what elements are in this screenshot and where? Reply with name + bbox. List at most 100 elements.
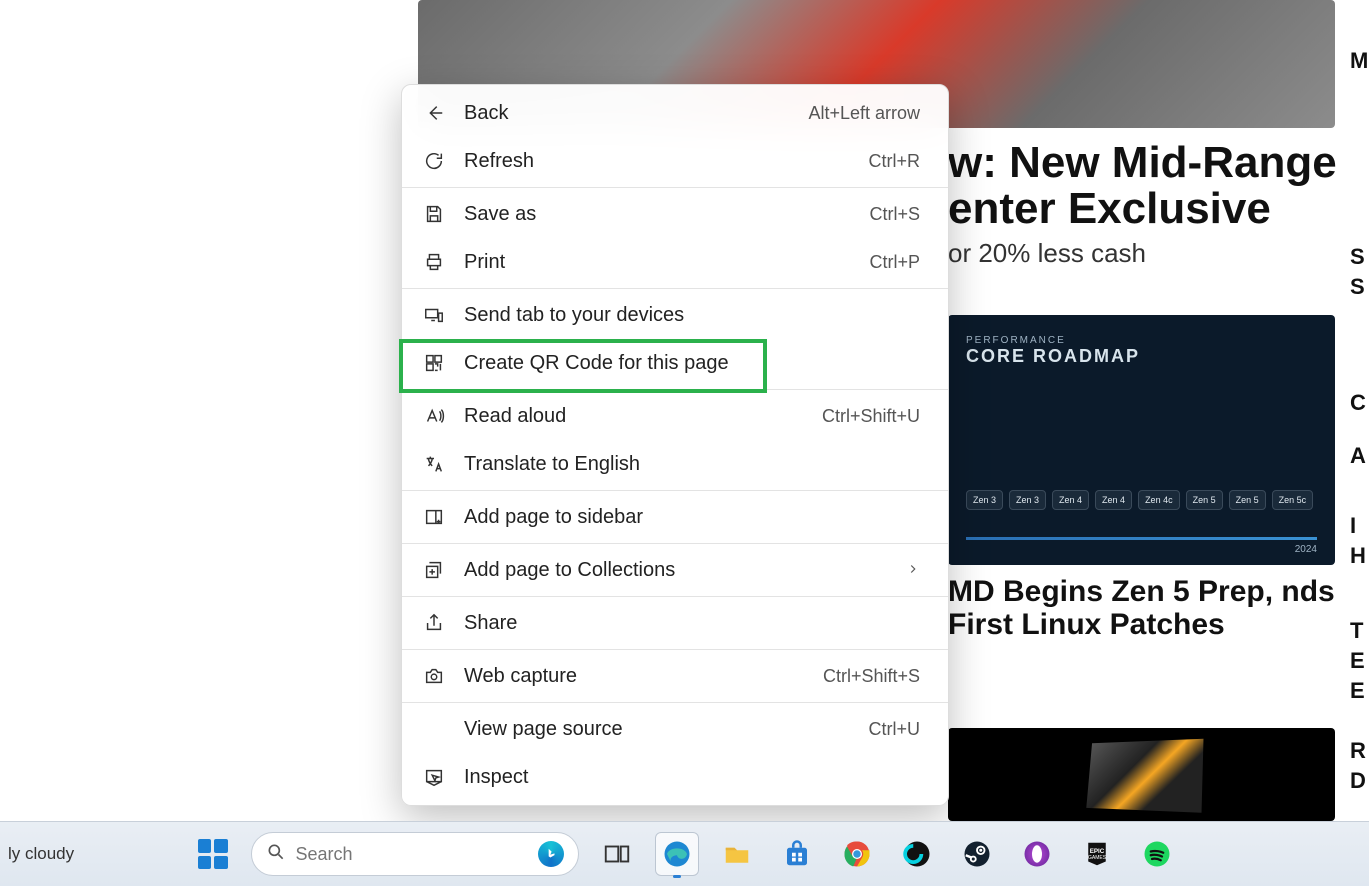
share-icon: [422, 611, 446, 635]
chip: Zen 4: [1052, 490, 1089, 510]
side-fragment[interactable]: E: [1350, 678, 1365, 704]
search-input[interactable]: [296, 844, 528, 865]
taskbar-logitech[interactable]: [895, 832, 939, 876]
menu-back[interactable]: Back Alt+Left arrow: [402, 89, 948, 137]
menu-shortcut: Ctrl+P: [869, 252, 920, 273]
chip: Zen 5c: [1272, 490, 1314, 510]
side-fragment[interactable]: R: [1350, 738, 1366, 764]
read-aloud-icon: [422, 404, 446, 428]
bing-icon[interactable]: [538, 841, 564, 867]
menu-label: Add page to Collections: [464, 559, 888, 582]
menu-send-tab[interactable]: Send tab to your devices: [402, 291, 948, 339]
menu-save-as[interactable]: Save as Ctrl+S: [402, 190, 948, 238]
active-indicator: [673, 875, 681, 878]
menu-separator: [402, 187, 948, 188]
taskbar-center: EPICGAMES: [191, 832, 1179, 876]
menu-add-collections[interactable]: Add page to Collections: [402, 546, 948, 594]
article3-image[interactable]: [948, 728, 1335, 821]
menu-label: Web capture: [464, 665, 805, 688]
menu-refresh[interactable]: Refresh Ctrl+R: [402, 137, 948, 185]
chip: Zen 3: [1009, 490, 1046, 510]
article2-image[interactable]: PERFORMANCE CORE ROADMAP Zen 3 Zen 3 Zen…: [948, 315, 1335, 565]
windows-logo-icon: [198, 839, 228, 869]
taskbar-epic-games[interactable]: EPICGAMES: [1075, 832, 1119, 876]
roadmap-subtitle: PERFORMANCE: [966, 335, 1317, 346]
inspect-icon: [422, 765, 446, 789]
menu-separator: [402, 543, 948, 544]
cpu-box-graphic: [1086, 738, 1203, 812]
menu-label: Back: [464, 102, 790, 125]
taskbar-weather[interactable]: ly cloudy: [0, 821, 74, 886]
refresh-icon: [422, 149, 446, 173]
start-button[interactable]: [191, 832, 235, 876]
side-fragment[interactable]: A: [1350, 443, 1366, 469]
taskbar-store[interactable]: [775, 832, 819, 876]
roadmap-chips: Zen 3 Zen 3 Zen 4 Zen 4 Zen 4c Zen 5 Zen…: [966, 490, 1317, 510]
article1-subtitle: or 20% less cash: [948, 238, 1146, 269]
menu-create-qr[interactable]: Create QR Code for this page: [402, 339, 948, 387]
menu-label: Send tab to your devices: [464, 304, 920, 327]
taskbar-steam[interactable]: [955, 832, 999, 876]
article1-title-line1: w: New Mid-Range: [948, 138, 1337, 187]
back-arrow-icon: [422, 101, 446, 125]
weather-text: ly cloudy: [8, 844, 74, 864]
svg-text:EPIC: EPIC: [1089, 848, 1104, 855]
taskbar-task-view[interactable]: [595, 832, 639, 876]
translate-icon: [422, 452, 446, 476]
menu-separator: [402, 389, 948, 390]
menu-inspect[interactable]: Inspect: [402, 753, 948, 801]
side-fragment[interactable]: S: [1350, 274, 1365, 300]
svg-text:GAMES: GAMES: [1087, 855, 1106, 861]
chip: Zen 5: [1186, 490, 1223, 510]
menu-label: Refresh: [464, 150, 850, 173]
roadmap-title: CORE ROADMAP: [966, 346, 1317, 367]
menu-shortcut: Ctrl+S: [869, 204, 920, 225]
taskbar-chrome[interactable]: [835, 832, 879, 876]
menu-shortcut: Alt+Left arrow: [808, 103, 920, 124]
menu-label: Inspect: [464, 766, 920, 789]
menu-separator: [402, 649, 948, 650]
chip: Zen 4: [1095, 490, 1132, 510]
menu-web-capture[interactable]: Web capture Ctrl+Shift+S: [402, 652, 948, 700]
side-fragment[interactable]: C: [1350, 390, 1366, 416]
article2-title[interactable]: MD Begins Zen 5 Prep, nds First Linux Pa…: [948, 575, 1348, 641]
menu-print[interactable]: Print Ctrl+P: [402, 238, 948, 286]
context-menu: Back Alt+Left arrow Refresh Ctrl+R Save …: [401, 84, 949, 806]
menu-read-aloud[interactable]: Read aloud Ctrl+Shift+U: [402, 392, 948, 440]
print-icon: [422, 250, 446, 274]
taskbar-file-explorer[interactable]: [715, 832, 759, 876]
menu-label: Add page to sidebar: [464, 506, 920, 529]
side-fragment[interactable]: E: [1350, 648, 1365, 674]
menu-label: View page source: [464, 718, 850, 741]
side-fragment[interactable]: T: [1350, 618, 1363, 644]
side-fragment[interactable]: M: [1350, 48, 1368, 74]
roadmap-timeline: [966, 537, 1317, 540]
menu-label: Save as: [464, 203, 851, 226]
save-icon: [422, 202, 446, 226]
camera-icon: [422, 664, 446, 688]
article1-title-line2: enter Exclusive: [948, 184, 1271, 233]
chip: Zen 3: [966, 490, 1003, 510]
menu-shortcut: Ctrl+U: [868, 719, 920, 740]
menu-share[interactable]: Share: [402, 599, 948, 647]
side-fragment[interactable]: D: [1350, 768, 1366, 794]
menu-view-source[interactable]: View page source Ctrl+U: [402, 705, 948, 753]
blank-icon: [422, 717, 446, 741]
side-fragment[interactable]: S: [1350, 244, 1365, 270]
menu-add-sidebar[interactable]: Add page to sidebar: [402, 493, 948, 541]
qr-code-icon: [422, 351, 446, 375]
taskbar-opera[interactable]: [1015, 832, 1059, 876]
menu-translate[interactable]: Translate to English: [402, 440, 948, 488]
chip: Zen 4c: [1138, 490, 1180, 510]
side-fragment[interactable]: H: [1350, 543, 1366, 569]
chevron-right-icon: [906, 559, 920, 582]
sidebar-add-icon: [422, 505, 446, 529]
collections-add-icon: [422, 558, 446, 582]
taskbar-spotify[interactable]: [1135, 832, 1179, 876]
article1-title[interactable]: w: New Mid-Range enter Exclusive: [948, 140, 1348, 232]
menu-separator: [402, 596, 948, 597]
taskbar-edge[interactable]: [655, 832, 699, 876]
side-fragment[interactable]: I: [1350, 513, 1356, 539]
taskbar-search[interactable]: [251, 832, 579, 876]
menu-shortcut: Ctrl+Shift+U: [822, 406, 920, 427]
